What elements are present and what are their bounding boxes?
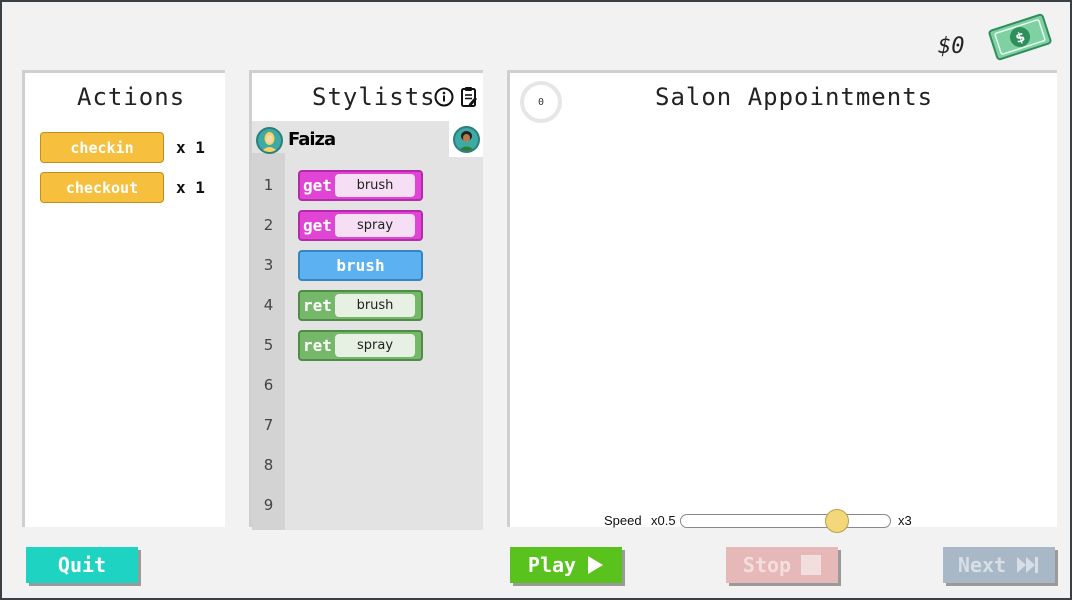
line-number: 1	[263, 176, 274, 194]
stop-button[interactable]: Stop	[726, 547, 838, 583]
stop-label: Stop	[742, 553, 792, 577]
quit-button[interactable]: Quit	[26, 547, 138, 583]
speed-label: Speed	[604, 513, 642, 528]
line-number: 3	[263, 256, 274, 274]
salon-title: Salon Appointments	[655, 83, 934, 111]
stylist-avatar[interactable]	[256, 127, 283, 154]
checkin-action-button[interactable]: checkin	[40, 132, 164, 163]
money-icon: $	[988, 13, 1052, 61]
play-icon	[588, 556, 604, 574]
block-argument[interactable]: brush	[335, 294, 415, 317]
checkout-action-button[interactable]: checkout	[40, 172, 164, 203]
line-number: 9	[263, 496, 274, 514]
code-block-get-spray[interactable]: get spray	[298, 210, 423, 241]
timer-dial: 0	[520, 81, 562, 123]
skip-forward-icon	[1017, 557, 1039, 573]
code-block-get-brush[interactable]: get brush	[298, 170, 423, 201]
next-button[interactable]: Next	[943, 547, 1055, 583]
speed-slider-thumb[interactable]	[825, 509, 850, 533]
actions-title: Actions	[77, 83, 186, 111]
line-number: 7	[263, 416, 274, 434]
stylists-title: Stylists	[312, 83, 436, 111]
next-label: Next	[957, 553, 1007, 577]
clipboard-icon[interactable]	[460, 86, 478, 108]
stylist-avatar-alt[interactable]	[453, 126, 480, 153]
action-row-checkin: checkin x 1	[40, 132, 205, 163]
action-count: x 1	[176, 138, 205, 157]
stylist-name: Faiza	[288, 129, 336, 150]
block-keyword: ret	[303, 296, 332, 315]
line-number: 4	[263, 296, 274, 314]
speed-max-label: x3	[898, 513, 912, 528]
block-argument[interactable]: spray	[335, 214, 415, 237]
speed-min-label: x0.5	[651, 513, 676, 528]
block-argument[interactable]: brush	[335, 174, 415, 197]
action-row-checkout: checkout x 1	[40, 172, 205, 203]
salon-appointments-panel: 0 Salon Appointments Speed x0.5 x3	[507, 70, 1057, 533]
block-argument[interactable]: spray	[335, 334, 415, 357]
line-number: 5	[263, 336, 274, 354]
line-number: 2	[263, 216, 274, 234]
stylist-switch[interactable]	[449, 121, 483, 157]
action-count: x 1	[176, 178, 205, 197]
money-display: $0	[938, 34, 965, 59]
code-block-brush[interactable]: brush	[298, 250, 423, 281]
block-keyword: ret	[303, 336, 332, 355]
quit-label: Quit	[57, 553, 107, 577]
line-number: 6	[263, 376, 274, 394]
line-number: 8	[263, 456, 274, 474]
play-label: Play	[527, 553, 577, 577]
code-block-ret-brush[interactable]: ret brush	[298, 290, 423, 321]
info-icon[interactable]	[434, 87, 454, 107]
stop-icon	[801, 555, 822, 575]
code-area: Faiza 1 2 3 4 5 6 7 8 9 get brush get sp…	[252, 121, 483, 530]
stylists-panel: Stylists Faiza 1 2 3 4 5 6 7 8 9 get bru…	[249, 70, 483, 530]
block-keyword: brush	[336, 256, 385, 275]
speed-slider[interactable]	[680, 509, 891, 533]
block-keyword: get	[303, 216, 332, 235]
play-button[interactable]: Play	[510, 547, 622, 583]
block-keyword: get	[303, 176, 332, 195]
actions-panel: Actions checkin x 1 checkout x 1	[22, 70, 225, 527]
code-block-ret-spray[interactable]: ret spray	[298, 330, 423, 361]
